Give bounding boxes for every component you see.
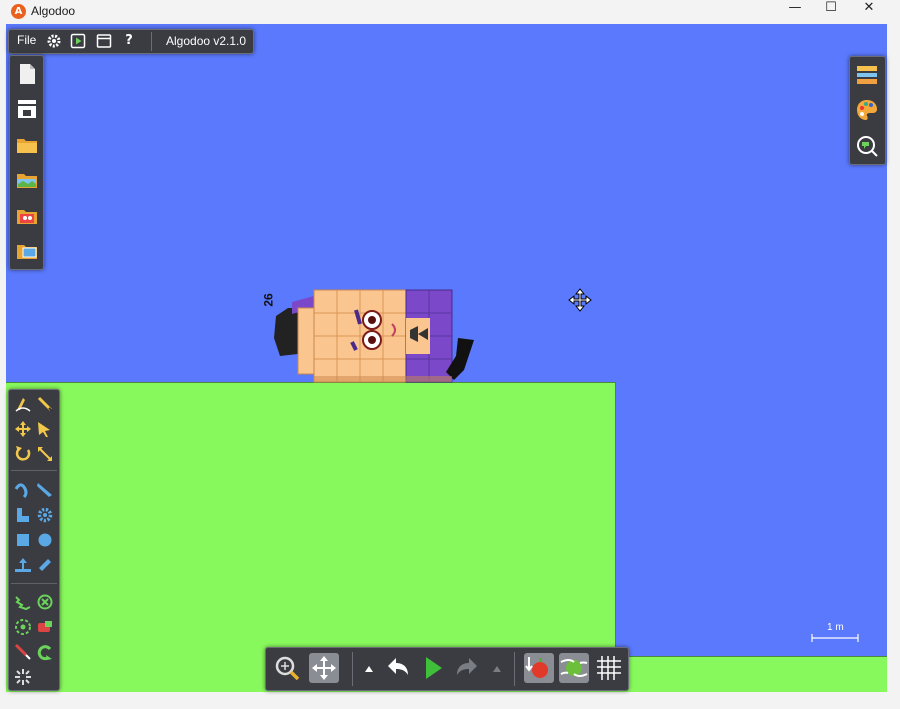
- pan-icon[interactable]: [309, 653, 339, 683]
- hinge-tool-icon[interactable]: [14, 618, 32, 636]
- right-panel: [849, 56, 886, 165]
- play-scene-icon[interactable]: [70, 33, 86, 49]
- pen-tool-icon[interactable]: [36, 395, 54, 413]
- scale-indicator: 1 m: [810, 622, 860, 646]
- tools-divider: [11, 583, 57, 584]
- open-folder-image-icon[interactable]: [16, 240, 38, 262]
- air-friction-icon[interactable]: [559, 653, 589, 683]
- rope-tool-icon[interactable]: [14, 481, 32, 499]
- gear-icon[interactable]: [46, 33, 62, 49]
- rotate-tool-icon[interactable]: [14, 445, 32, 463]
- zoom-select-icon[interactable]: [856, 135, 878, 157]
- plane-tool-icon[interactable]: [14, 556, 32, 574]
- ground-platform[interactable]: [6, 382, 616, 692]
- palette-icon[interactable]: [856, 99, 878, 121]
- layers-icon[interactable]: [856, 64, 878, 86]
- ground-strip[interactable]: [615, 656, 887, 692]
- redo-icon[interactable]: [452, 653, 482, 683]
- tracer-tool-icon[interactable]: [36, 618, 54, 636]
- scale-tool-icon[interactable]: [36, 445, 54, 463]
- close-button[interactable]: ✕: [850, 0, 888, 24]
- zoom-icon[interactable]: [272, 653, 302, 683]
- brush-tool-icon[interactable]: [14, 506, 32, 524]
- undo-menu-icon[interactable]: [363, 663, 375, 675]
- open-folder-icon[interactable]: [16, 134, 38, 156]
- scale-label: 1 m: [827, 622, 844, 633]
- spring-tool-icon[interactable]: [14, 593, 32, 611]
- knife-tool-icon[interactable]: [36, 481, 54, 499]
- numberblock-character[interactable]: [268, 286, 480, 386]
- window-icon[interactable]: [96, 33, 112, 49]
- version-label: Algodoo v2.1.0: [166, 34, 247, 48]
- play-icon[interactable]: [418, 653, 448, 683]
- drag-tool-icon[interactable]: [36, 420, 54, 438]
- scale-bar-icon: [811, 634, 859, 642]
- help-icon[interactable]: ?: [121, 33, 137, 49]
- undo-icon[interactable]: [383, 653, 413, 683]
- window-title: Algodoo: [31, 4, 76, 18]
- file-panel: [9, 55, 44, 270]
- box-tool-icon[interactable]: [14, 531, 32, 549]
- file-menu[interactable]: File: [17, 33, 36, 47]
- fixate-tool-icon[interactable]: [36, 593, 54, 611]
- simulation-toolbar: [265, 647, 629, 691]
- toolbar-divider: [514, 652, 515, 686]
- gear-tool-icon[interactable]: [36, 506, 54, 524]
- blank-scene-icon[interactable]: [16, 98, 38, 120]
- redo-menu-icon[interactable]: [491, 663, 503, 675]
- circle-tool-icon[interactable]: [36, 531, 54, 549]
- texture-tool-icon[interactable]: [14, 668, 32, 686]
- new-scene-icon[interactable]: [16, 63, 38, 85]
- grid-icon[interactable]: [594, 653, 624, 683]
- thruster-tool-icon[interactable]: [36, 643, 54, 661]
- algodoo-logo-icon: A: [11, 4, 26, 19]
- maximize-button[interactable]: ☐: [812, 0, 850, 24]
- tools-panel: [8, 389, 60, 691]
- laser-tool-icon[interactable]: [14, 643, 32, 661]
- top-menu-bar: File ? Algodoo v2.1.0: [8, 29, 254, 54]
- menu-divider: [151, 32, 152, 51]
- move-tool-icon[interactable]: [14, 420, 32, 438]
- move-cursor-icon: [568, 288, 592, 312]
- minimize-button[interactable]: —: [776, 0, 814, 24]
- window-titlebar: A Algodoo — ☐ ✕: [0, 0, 900, 24]
- open-landscape-icon[interactable]: [16, 169, 38, 191]
- tools-divider: [11, 470, 57, 471]
- gravity-icon[interactable]: [524, 653, 554, 683]
- sketch-tool-icon[interactable]: [14, 395, 32, 413]
- open-photo-icon[interactable]: [16, 205, 38, 227]
- chain-tool-icon[interactable]: [36, 556, 54, 574]
- toolbar-divider: [352, 652, 353, 686]
- character-label: 26: [261, 293, 276, 307]
